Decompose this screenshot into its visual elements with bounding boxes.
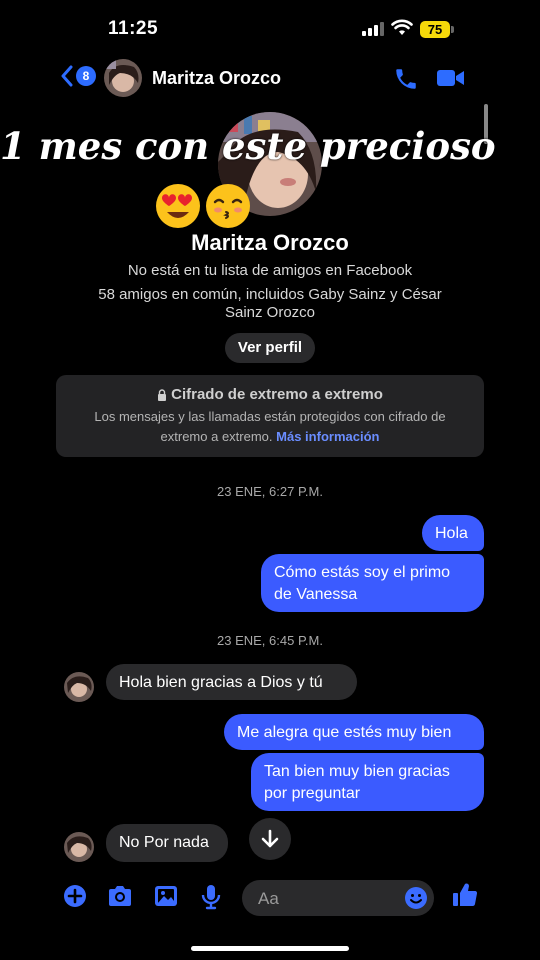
encryption-title: Cifrado de extremo a extremo [171,386,383,403]
message-composer: Aa [0,872,540,924]
timestamp: 23 ENE, 6:27 P.M. [217,484,323,499]
conversation-header: 8 Maritza Orozco [0,56,540,102]
message-input-placeholder: Aa [258,889,279,908]
kissing-face-emoji-icon [206,184,250,228]
back-button[interactable]: 8 [60,65,96,87]
not-friends-text: No está en tu lista de amigos en Faceboo… [127,262,413,279]
view-profile-button[interactable]: Ver perfil [225,333,315,363]
status-bar: 11:25 75 [0,0,540,60]
chevron-left-icon [61,65,73,87]
emoji-overlay [154,182,252,230]
message-input[interactable]: Aa [242,880,434,916]
contact-message-avatar[interactable] [64,672,94,702]
battery-icon: 75 [420,21,454,38]
encryption-notice: Cifrado de extremo a extremo Los mensaje… [56,375,484,457]
status-time: 11:25 [108,18,159,39]
profile-name: Maritza Orozco [191,230,349,255]
message-bubble-sent[interactable]: Me alegra que estés muy bien [224,714,484,750]
mutual-friends-line-2: Sainz Orozco [224,304,316,321]
more-info-link[interactable]: Más información [276,429,379,444]
lock-icon [158,388,167,401]
unread-count-badge: 8 [76,66,96,86]
scroll-to-bottom-button[interactable] [249,818,291,860]
video-camera-icon[interactable] [437,68,465,88]
thumbs-up-icon[interactable] [452,882,478,908]
signal-icon [362,22,384,36]
timestamp: 23 ENE, 6:45 P.M. [217,633,323,648]
home-indicator[interactable] [191,946,349,951]
message-bubble-sent[interactable]: Tan bien muy bien gracias por preguntar [251,753,484,811]
microphone-icon[interactable] [201,884,221,910]
message-bubble-received[interactable]: Hola bien gracias a Dios y tú [106,664,357,700]
mutual-friends-line-1: 58 amigos en común, incluidos Gaby Sainz… [98,286,442,303]
contact-avatar[interactable] [104,59,142,97]
contact-name[interactable]: Maritza Orozco [152,68,281,89]
plus-circle-icon[interactable] [63,884,87,908]
contact-message-avatar[interactable] [64,832,94,862]
battery-level: 75 [427,22,443,37]
encryption-description: Los mensajes y las llamadas están proteg… [94,409,446,444]
image-gallery-icon[interactable] [154,884,178,908]
wifi-icon [391,19,413,35]
arrow-down-icon [261,829,279,848]
camera-icon[interactable] [107,884,133,908]
smiley-emoji-icon[interactable] [404,886,428,910]
phone-icon[interactable] [393,66,419,92]
message-bubble-received[interactable]: No Por nada [106,824,228,862]
message-bubble-sent[interactable]: Cómo estás soy el primo de Vanessa [261,554,484,612]
message-bubble-sent[interactable]: Hola [422,515,484,551]
heart-eyes-emoji-icon [156,184,200,228]
story-caption-overlay: 1 mes con este precioso [0,124,496,168]
